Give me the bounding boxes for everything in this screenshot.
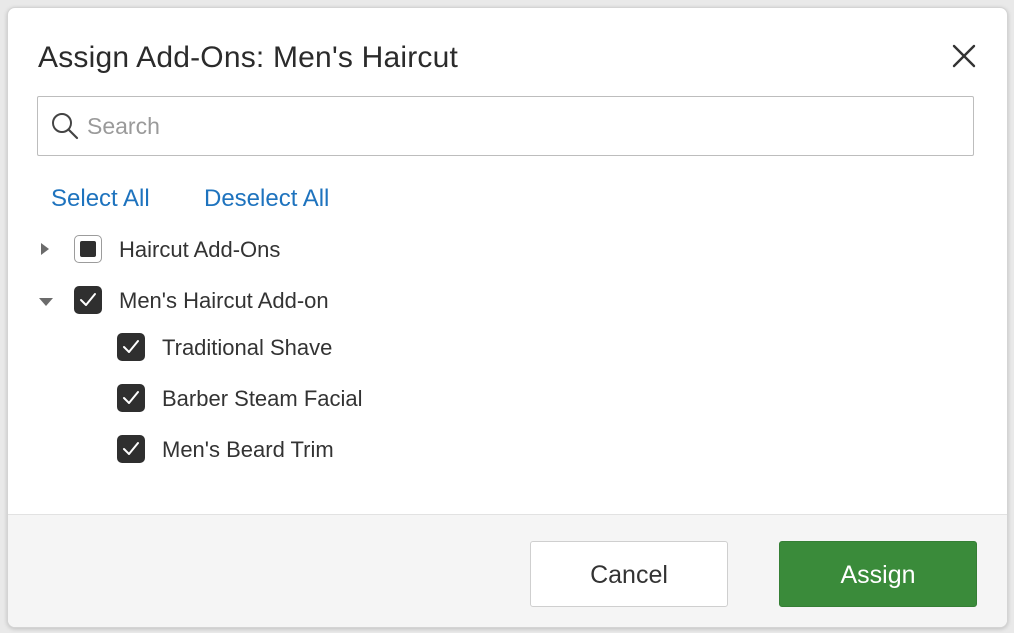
caret-right-icon[interactable]	[38, 242, 52, 256]
checkmark-icon	[123, 391, 139, 404]
search-input[interactable]	[87, 105, 947, 147]
checkbox-haircut-add-ons[interactable]	[74, 235, 102, 263]
cancel-button[interactable]: Cancel	[530, 541, 728, 607]
checkmark-icon	[123, 442, 139, 455]
checkbox-mens-beard-trim[interactable]	[117, 435, 145, 463]
dialog-title: Assign Add-Ons: Men's Haircut	[38, 41, 459, 74]
close-icon[interactable]	[950, 42, 978, 70]
tree-label-haircut-add-ons: Haircut Add-Ons	[119, 237, 281, 262]
checkbox-barber-steam-facial[interactable]	[117, 384, 145, 412]
tree-label-barber-steam-facial: Barber Steam Facial	[162, 386, 363, 411]
checkbox-traditional-shave[interactable]	[117, 333, 145, 361]
assign-button[interactable]: Assign	[779, 541, 977, 607]
close-button[interactable]	[950, 42, 978, 70]
checkmark-icon	[123, 340, 139, 353]
deselect-all-link[interactable]: Deselect All	[204, 185, 329, 213]
caret-down-icon[interactable]	[39, 295, 53, 309]
search-icon	[52, 113, 79, 140]
assign-add-ons-dialog: Assign Add-Ons: Men's Haircut Select All…	[7, 7, 1008, 628]
tree-label-traditional-shave: Traditional Shave	[162, 335, 333, 360]
checkbox-mens-haircut-add-on[interactable]	[74, 286, 102, 314]
tree-label-mens-haircut-add-on: Men's Haircut Add-on	[119, 288, 329, 313]
checkmark-icon	[80, 293, 96, 306]
tree-label-mens-beard-trim: Men's Beard Trim	[162, 437, 334, 462]
select-all-link[interactable]: Select All	[51, 185, 150, 213]
search-box	[37, 96, 974, 156]
dialog-footer: Cancel Assign	[8, 514, 1007, 627]
indeterminate-mark	[80, 241, 96, 257]
